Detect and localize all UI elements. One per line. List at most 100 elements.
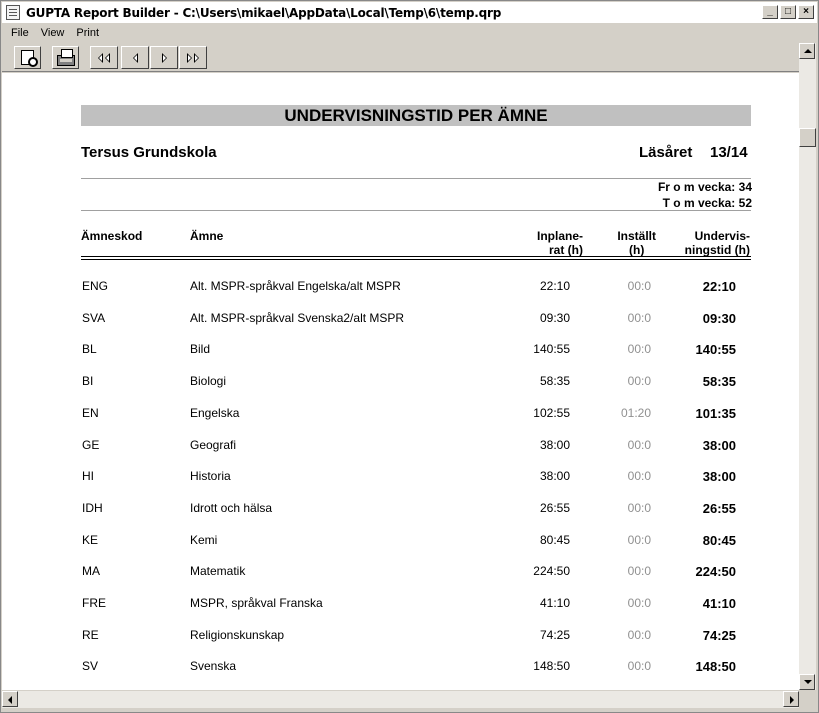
print-button[interactable]: [52, 46, 79, 69]
cell-subject-code: IDH: [82, 501, 103, 515]
cell-planned-hours: 148:50: [533, 659, 570, 673]
scroll-right-arrow-icon[interactable]: [783, 691, 799, 707]
cell-cancelled-hours: 00:0: [627, 342, 651, 356]
print-preview-button[interactable]: [14, 46, 41, 69]
horizontal-scrollbar[interactable]: [2, 691, 799, 708]
window-controls: _ □ ×: [762, 5, 814, 19]
table-row: SVA Alt. MSPR-språkval Svenska2/alt MSPR 0…: [2, 311, 799, 327]
table-row: ENG Alt. MSPR-språkval Engelska/alt MSPR 2…: [2, 279, 799, 295]
divider: [81, 210, 751, 211]
next-page-button[interactable]: [150, 46, 178, 69]
cell-teaching-hours: 38:00: [702, 438, 736, 453]
cell-cancelled-hours: 00:0: [627, 374, 651, 388]
scroll-down-arrow-icon[interactable]: [799, 674, 815, 690]
from-week: Fr o m vecka: 34: [657, 180, 752, 194]
cell-cancelled-hours: 00:0: [627, 279, 651, 293]
cell-subject-code: RE: [82, 628, 99, 642]
cell-planned-hours: 26:55: [539, 501, 570, 515]
column-header-subject: Ämne: [190, 229, 224, 243]
cell-subject-name: Kemi: [190, 533, 218, 547]
cell-subject-code: BL: [82, 342, 97, 356]
first-page-icon: [98, 52, 110, 63]
menu-view[interactable]: View: [35, 27, 71, 39]
cell-subject-name: Alt. MSPR-språkval Engelska/alt MSPR: [190, 279, 401, 293]
column-header-code: Ämneskod: [81, 229, 143, 243]
table-row: SV Svenska 148:50 00:0 148:50: [2, 659, 799, 675]
window-title: GUPTA Report Builder - C:\Users\mikael\A…: [26, 5, 502, 20]
cell-subject-name: Matematik: [190, 564, 246, 578]
cell-teaching-hours: 224:50: [695, 564, 736, 579]
cell-cancelled-hours: 00:0: [627, 501, 651, 515]
table-row: BI Biologi 58:35 00:0 58:35: [2, 374, 799, 390]
cell-planned-hours: 74:25: [539, 628, 570, 642]
last-page-icon: [187, 52, 199, 63]
scrollbar-corner: [799, 691, 816, 708]
cell-subject-code: SVA: [82, 311, 106, 325]
cell-teaching-hours: 80:45: [702, 533, 736, 548]
cell-planned-hours: 80:45: [539, 533, 570, 547]
cell-cancelled-hours: 01:20: [620, 406, 651, 420]
table-row: MA Matematik 224:50 00:0 224:50: [2, 564, 799, 580]
app-window: GUPTA Report Builder - C:\Users\mikael\A…: [0, 0, 819, 713]
cell-subject-name: Engelska: [190, 406, 240, 420]
report-title: UNDERVISNINGSTID PER ÄMNE: [81, 105, 751, 126]
cell-cancelled-hours: 00:0: [627, 469, 651, 483]
table-row: HI Historia 38:00 00:0 38:00: [2, 469, 799, 485]
menu-print[interactable]: Print: [70, 27, 105, 39]
report-app-icon: [6, 5, 20, 20]
cell-subject-name: Historia: [190, 469, 231, 483]
cell-planned-hours: 58:35: [539, 374, 570, 388]
cell-planned-hours: 41:10: [539, 596, 570, 610]
cell-teaching-hours: 148:50: [695, 659, 736, 674]
table-row: IDH Idrott och hälsa 26:55 00:0 26:55: [2, 501, 799, 517]
toolbar: [2, 43, 799, 72]
cell-teaching-hours: 09:30: [702, 311, 736, 326]
cell-cancelled-hours: 00:0: [627, 564, 651, 578]
scroll-up-arrow-icon[interactable]: [799, 43, 815, 59]
first-page-button[interactable]: [90, 46, 118, 69]
cell-subject-name: Bild: [190, 342, 211, 356]
cell-cancelled-hours: 00:0: [627, 533, 651, 547]
close-button[interactable]: ×: [798, 5, 814, 19]
table-row: EN Engelska 102:55 01:20 101:35: [2, 406, 799, 422]
cell-subject-name: Geografi: [190, 438, 237, 452]
next-page-icon: [161, 52, 167, 63]
vertical-scrollbar[interactable]: [799, 43, 816, 690]
maximize-button[interactable]: □: [780, 5, 796, 19]
cell-subject-name: Svenska: [190, 659, 237, 673]
column-header-teaching: Undervis- ningstid (h): [684, 229, 750, 257]
table-row: KE Kemi 80:45 00:0 80:45: [2, 533, 799, 549]
cell-cancelled-hours: 00:0: [627, 596, 651, 610]
cell-planned-hours: 09:30: [539, 311, 570, 325]
cell-subject-name: Idrott och hälsa: [190, 501, 273, 515]
cell-subject-code: SV: [82, 659, 99, 673]
column-header-cancelled: Inställt (h): [617, 229, 656, 257]
title-bar[interactable]: GUPTA Report Builder - C:\Users\mikael\A…: [2, 2, 817, 23]
cell-teaching-hours: 140:55: [695, 342, 736, 357]
cell-subject-code: GE: [82, 438, 100, 452]
cell-subject-name: Religionskunskap: [190, 628, 285, 642]
cell-planned-hours: 140:55: [533, 342, 570, 356]
cell-cancelled-hours: 00:0: [627, 438, 651, 452]
cell-subject-code: EN: [82, 406, 99, 420]
printer-icon: [56, 48, 75, 66]
cell-teaching-hours: 58:35: [702, 374, 736, 389]
menu-file[interactable]: File: [2, 27, 35, 39]
vertical-scroll-thumb[interactable]: [799, 128, 816, 147]
previous-page-button[interactable]: [121, 46, 149, 69]
cell-planned-hours: 102:55: [533, 406, 570, 420]
cell-subject-code: MA: [82, 564, 100, 578]
cell-teaching-hours: 101:35: [695, 406, 736, 421]
last-page-button[interactable]: [179, 46, 207, 69]
school-name: Tersus Grundskola: [81, 144, 217, 161]
report-page: UNDERVISNINGSTID PER ÄMNE Tersus Grundsk…: [2, 73, 799, 690]
scroll-left-arrow-icon[interactable]: [2, 691, 18, 707]
preview-icon: [21, 50, 38, 67]
to-week: T o m vecka: 52: [662, 196, 752, 210]
cell-teaching-hours: 74:25: [702, 628, 736, 643]
cell-teaching-hours: 22:10: [702, 279, 736, 294]
cell-subject-code: KE: [82, 533, 99, 547]
minimize-button[interactable]: _: [762, 5, 778, 19]
table-row: BL Bild 140:55 00:0 140:55: [2, 342, 799, 358]
cell-subject-name: Alt. MSPR-språkval Svenska2/alt MSPR: [190, 311, 405, 325]
